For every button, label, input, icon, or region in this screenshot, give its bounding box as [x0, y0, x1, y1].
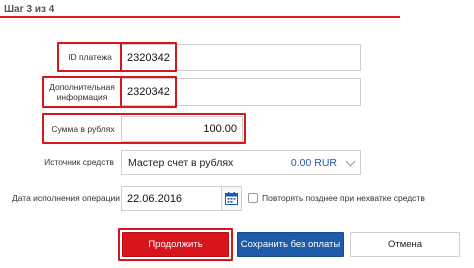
- payment-id-label: ID платежа: [68, 52, 112, 62]
- date-input[interactable]: 22.06.2016: [121, 186, 222, 211]
- calendar-button[interactable]: [221, 186, 242, 211]
- chevron-down-icon: [345, 156, 356, 166]
- amount-label: Сумма в рублях: [51, 124, 115, 134]
- source-select[interactable]: Мастер счет в рублях 0.00 RUR: [121, 150, 361, 175]
- source-label: Источник средств: [44, 157, 114, 167]
- step-indicator: Шаг 3 из 4: [4, 4, 55, 15]
- retry-label: Повторять позднее при нехватке средств: [262, 193, 425, 203]
- amount-input[interactable]: 100.00: [121, 116, 243, 142]
- save-without-payment-button[interactable]: Сохранить без оплаты: [237, 232, 344, 257]
- extra-info-value-highlight: [120, 76, 177, 108]
- date-label: Дата исполнения операции: [12, 193, 120, 203]
- source-balance: 0.00 RUR: [290, 156, 337, 169]
- extra-info-label: Дополнительная информация: [49, 82, 115, 102]
- calendar-icon: [225, 192, 238, 205]
- retry-checkbox[interactable]: [248, 193, 258, 203]
- payment-id-value-highlight: [120, 42, 177, 72]
- source-selected: Мастер счет в рублях: [128, 156, 234, 169]
- progress-line: [0, 16, 400, 18]
- continue-button[interactable]: Продолжить: [122, 232, 229, 257]
- cancel-button[interactable]: Отмена: [350, 232, 460, 257]
